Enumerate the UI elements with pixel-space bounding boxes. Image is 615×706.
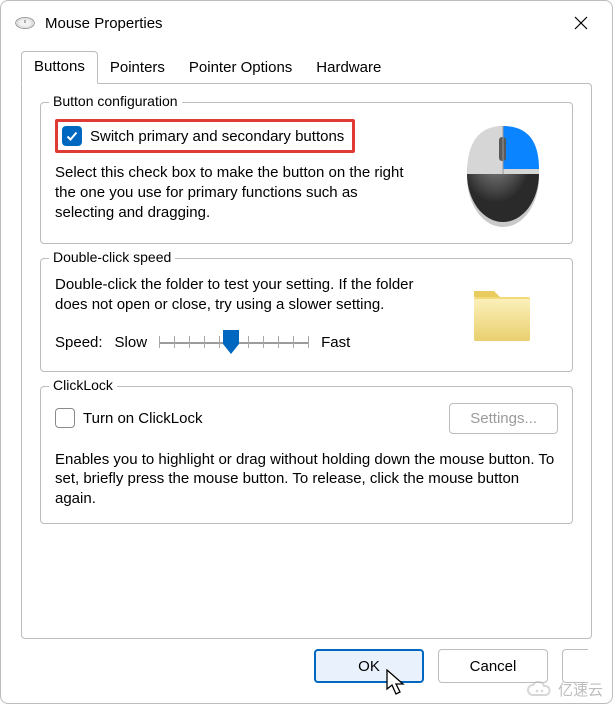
desc-double-click: Double-click the folder to test your set…	[55, 275, 415, 315]
cursor-icon	[386, 669, 408, 697]
window-frame: Mouse Properties Buttons Pointers Pointe…	[0, 0, 613, 704]
checkbox-turn-on-clicklock[interactable]	[55, 408, 75, 428]
button-clicklock-settings: Settings...	[449, 403, 558, 434]
tab-buttons[interactable]: Buttons	[21, 51, 98, 84]
watermark: 亿速云	[526, 679, 603, 700]
tab-panel-buttons: Button configuration Switch primary and …	[21, 83, 592, 639]
check-icon	[65, 129, 79, 143]
cloud-icon	[526, 681, 552, 699]
label-fast: Fast	[321, 334, 350, 351]
group-double-click-speed: Double-click speed Double-click the fold…	[40, 258, 573, 372]
folder-icon	[468, 285, 538, 347]
dialog-footer: OK Cancel	[1, 649, 612, 683]
close-icon	[574, 16, 588, 30]
label-slow: Slow	[115, 334, 148, 351]
ok-button[interactable]: OK	[314, 649, 424, 683]
group-label-button-config: Button configuration	[49, 93, 182, 109]
highlight-switch-buttons: Switch primary and secondary buttons	[55, 119, 355, 153]
desc-switch-buttons: Select this check box to make the button…	[55, 163, 405, 222]
group-label-clicklock: ClickLock	[49, 377, 117, 393]
slider-double-click-speed[interactable]	[159, 329, 309, 357]
window-title: Mouse Properties	[45, 15, 163, 32]
close-button[interactable]	[558, 7, 604, 39]
label-speed: Speed:	[55, 334, 103, 351]
cancel-button-label: Cancel	[470, 658, 517, 675]
desc-clicklock: Enables you to highlight or drag without…	[55, 450, 558, 509]
tab-pointer-options[interactable]: Pointer Options	[177, 53, 304, 84]
ok-button-label: OK	[358, 658, 380, 675]
mouse-icon	[15, 13, 35, 33]
tab-pointers[interactable]: Pointers	[98, 53, 177, 84]
label-turn-on-clicklock: Turn on ClickLock	[83, 410, 203, 427]
mouse-image-icon	[460, 119, 546, 229]
label-switch-buttons: Switch primary and secondary buttons	[90, 128, 344, 145]
titlebar: Mouse Properties	[1, 1, 612, 45]
tabs-container: Buttons Pointers Pointer Options Hardwar…	[1, 45, 612, 639]
group-label-double-click: Double-click speed	[49, 249, 175, 265]
slider-thumb[interactable]	[222, 329, 240, 355]
folder-test-area[interactable]	[448, 275, 558, 357]
tab-hardware[interactable]: Hardware	[304, 53, 393, 84]
checkbox-switch-buttons[interactable]	[62, 126, 82, 146]
tabs: Buttons Pointers Pointer Options Hardwar…	[21, 51, 592, 84]
apply-button-partial[interactable]	[562, 649, 588, 683]
mouse-preview	[448, 119, 558, 229]
group-clicklock: ClickLock Turn on ClickLock Settings... …	[40, 386, 573, 524]
group-button-configuration: Button configuration Switch primary and …	[40, 102, 573, 244]
cancel-button[interactable]: Cancel	[438, 649, 548, 683]
watermark-text: 亿速云	[558, 679, 603, 700]
